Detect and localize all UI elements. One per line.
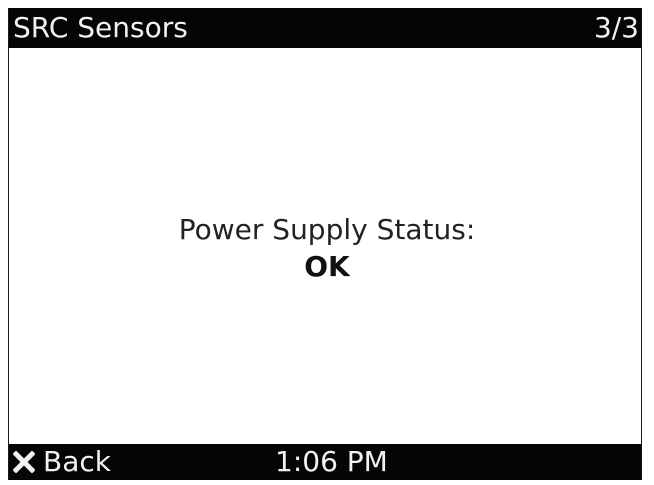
page-title: SRC Sensors <box>13 11 188 44</box>
power-supply-status-label: Power Supply Status: <box>178 213 476 246</box>
page-indicator: 3/3 <box>593 11 639 44</box>
bottom-bar: Back 1:06 PM <box>9 444 641 480</box>
clock-time: 1:06 PM <box>275 445 388 478</box>
back-label: Back <box>43 445 111 478</box>
device-screen: SRC Sensors 3/3 Power Supply Status: OK … <box>8 8 642 480</box>
main-content: Power Supply Status: OK <box>9 48 641 444</box>
title-bar: SRC Sensors 3/3 <box>9 8 641 48</box>
close-x-icon <box>12 450 36 474</box>
power-supply-status-value: OK <box>304 250 350 283</box>
back-button[interactable]: Back <box>12 444 111 480</box>
